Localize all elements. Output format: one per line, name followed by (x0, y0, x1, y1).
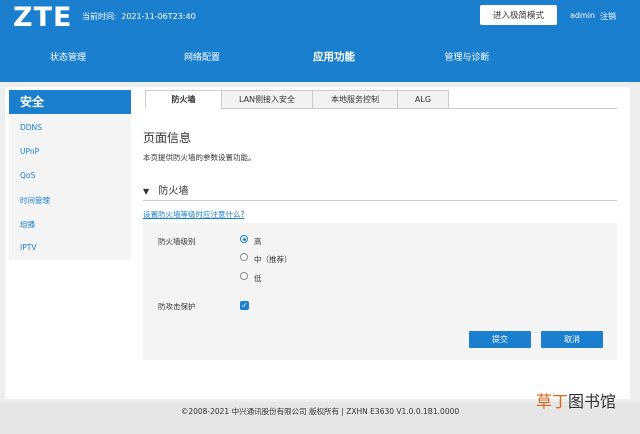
radio-level-low-label: 低 (254, 274, 262, 283)
nav-network-config[interactable]: 网络配置 (152, 50, 252, 63)
username: admin (570, 11, 596, 20)
current-time: 当前时间: 2021-11-06T23:40 (82, 11, 198, 22)
page-title: 页面信息 (143, 131, 192, 145)
footer-copyright: ©2008-2021 中兴通讯股份有限公司 版权所有 | ZXHN E3630 … (180, 407, 460, 416)
sidebar-item-ddns[interactable]: DDNS (20, 123, 42, 132)
attack-protection-label: 防攻击保护 (158, 302, 196, 311)
section-divider (143, 200, 617, 201)
current-time-value: 2021-11-06T23:40 (121, 12, 196, 21)
cancel-button[interactable]: 取消 (541, 331, 603, 348)
sidebar-item-multicast[interactable]: 组播 (20, 219, 35, 230)
radio-level-high[interactable] (240, 235, 248, 243)
radio-level-low[interactable] (240, 272, 248, 280)
submit-button[interactable]: 提交 (469, 331, 531, 348)
page-description: 本页提供防火墙的参数设置功能。 (143, 153, 256, 162)
nav-status-management[interactable]: 状态管理 (18, 50, 118, 63)
radio-level-medium-label: 中（推荐） (254, 255, 292, 264)
tab-firewall[interactable]: 防火墙 (145, 90, 222, 109)
sidebar-item-security[interactable]: 安全 (9, 90, 131, 114)
watermark-part1: 草丁 (536, 392, 569, 411)
zte-logo: ZTE (13, 2, 73, 33)
sidebar-item-time-management[interactable]: 时间管理 (20, 195, 50, 206)
logout-link[interactable]: 注销 (600, 11, 616, 22)
firewall-help-link[interactable]: 设置防火墙等级时应注意什么? (143, 209, 244, 220)
sidebar-item-qos[interactable]: QoS (20, 171, 35, 180)
simple-mode-button[interactable]: 进入极简模式 (480, 5, 557, 25)
sidebar-item-iptv[interactable]: IPTV (20, 243, 36, 252)
current-time-label: 当前时间: (82, 12, 117, 21)
attack-protection-checkbox[interactable]: ✓ (240, 301, 249, 310)
nav-management-diagnostics[interactable]: 管理与诊断 (417, 50, 517, 63)
sidebar-item-upnp[interactable]: UPnP (20, 147, 39, 156)
tab-alg[interactable]: ALG (397, 90, 449, 109)
watermark: 草丁图书馆 (536, 388, 616, 412)
sidebar (9, 114, 131, 260)
tab-local-service-control[interactable]: 本地服务控制 (312, 90, 398, 109)
radio-level-high-label: 高 (254, 237, 262, 246)
tab-lan-access-security[interactable]: LAN侧接入安全 (221, 90, 313, 109)
section-title: 防火墙 (158, 186, 189, 197)
collapse-triangle-icon: ▼ (143, 187, 150, 196)
watermark-part2: 图书馆 (568, 392, 617, 411)
firewall-level-label: 防火墙级别 (158, 237, 196, 246)
radio-level-medium[interactable] (240, 253, 248, 261)
nav-applications[interactable]: 应用功能 (284, 49, 384, 64)
section-header[interactable]: ▼ 防火墙 (143, 182, 188, 197)
